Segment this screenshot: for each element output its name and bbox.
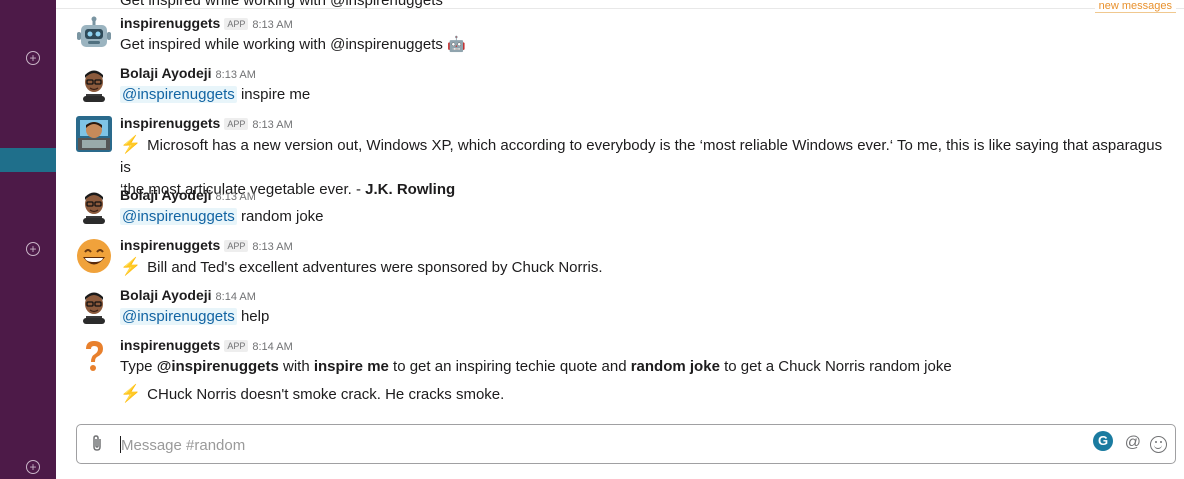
emoji-picker-icon[interactable] <box>1150 436 1167 453</box>
timestamp[interactable]: 8:14 AM <box>216 291 256 303</box>
timestamp[interactable]: 8:13 AM <box>216 69 256 81</box>
user-avatar-icon[interactable] <box>76 188 112 224</box>
lightning-icon: ⚡ <box>120 384 142 403</box>
add-app-icon[interactable]: + <box>26 460 40 474</box>
lightning-icon: ⚡ <box>120 257 142 276</box>
text-caret <box>120 436 121 453</box>
app-badge: APP <box>224 118 249 130</box>
message-text: inspire me <box>240 86 311 103</box>
message: Bolaji Ayodeji 8:13 AM @inspirenuggets in… <box>76 64 1176 106</box>
mention-link[interactable]: @inspirenuggets <box>120 208 237 225</box>
user-avatar-icon[interactable] <box>76 66 112 102</box>
sender-name[interactable]: inspirenuggets <box>120 15 220 31</box>
timestamp[interactable]: 8:13 AM <box>216 191 256 203</box>
timestamp[interactable]: 8:13 AM <box>252 119 292 131</box>
sender-name[interactable]: inspirenuggets <box>120 337 220 353</box>
timestamp[interactable]: 8:13 AM <box>252 19 292 31</box>
sidebar-active-item[interactable] <box>0 148 56 172</box>
add-channel-icon[interactable]: + <box>26 51 40 65</box>
sender-name[interactable]: Bolaji Ayodeji <box>120 187 212 203</box>
message-text: help <box>240 308 270 325</box>
sidebar: + + + <box>0 0 56 479</box>
new-messages-divider <box>56 8 1184 9</box>
sender-name[interactable]: inspirenuggets <box>120 115 220 131</box>
new-messages-label[interactable]: new messages <box>1094 0 1176 13</box>
message: inspirenuggets APP 8:13 AM Get inspired wh… <box>76 14 1176 56</box>
message-text: Get inspired while working with @inspire… <box>120 36 466 53</box>
user-avatar-icon[interactable] <box>76 288 112 324</box>
sender-name[interactable]: inspirenuggets <box>120 237 220 253</box>
sender-name[interactable]: Bolaji Ayodeji <box>120 287 212 303</box>
app-badge: APP <box>224 340 249 352</box>
message: Bolaji Ayodeji 8:14 AM @inspirenuggets he… <box>76 286 1176 328</box>
timestamp[interactable]: 8:14 AM <box>252 341 292 353</box>
message-input[interactable] <box>119 425 1023 465</box>
app-badge: APP <box>224 240 249 252</box>
lightning-icon: ⚡ <box>120 135 142 154</box>
mention-link[interactable]: @inspirenuggets <box>120 86 237 103</box>
app-badge: APP <box>224 18 249 30</box>
paperclip-icon[interactable] <box>87 434 107 454</box>
help-text: Type @inspirenuggets with inspire me to … <box>120 358 952 375</box>
message-composer: G @ <box>76 424 1176 465</box>
message-text: Microsoft has a new version out, Windows… <box>120 137 1163 176</box>
grammarly-icon[interactable]: G <box>1093 431 1113 451</box>
add-direct-message-icon[interactable]: + <box>26 242 40 256</box>
grin-avatar-icon[interactable] <box>76 238 112 274</box>
mention-at-icon[interactable]: @ <box>1125 434 1141 452</box>
robot-avatar-icon[interactable] <box>76 16 112 52</box>
message: Bolaji Ayodeji 8:13 AM @inspirenuggets ra… <box>76 186 1176 228</box>
message-text: CHuck Norris doesn't smoke crack. He cra… <box>147 386 505 403</box>
message-text: random joke <box>240 208 324 225</box>
question-avatar-icon[interactable] <box>76 338 112 374</box>
coder-avatar-icon[interactable] <box>76 116 112 152</box>
mention-link[interactable]: @inspirenuggets <box>120 308 237 325</box>
timestamp[interactable]: 8:13 AM <box>252 241 292 253</box>
message: inspirenuggets APP 8:14 AM Type @inspirenu… <box>76 336 1176 406</box>
message-text: Bill and Ted's excellent adventures were… <box>147 259 603 276</box>
sender-name[interactable]: Bolaji Ayodeji <box>120 65 212 81</box>
message: inspirenuggets APP 8:13 AM ⚡ Bill and Ted's… <box>76 236 1176 279</box>
